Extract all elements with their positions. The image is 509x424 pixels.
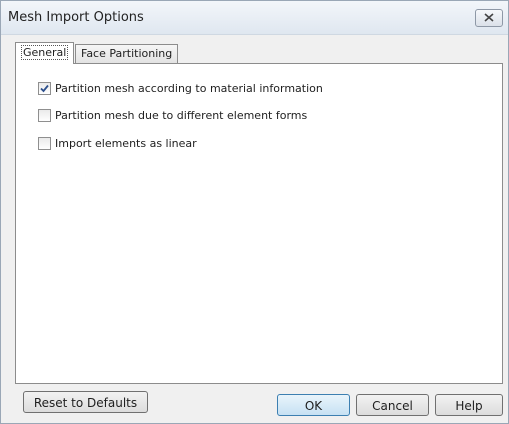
checkbox-import-linear[interactable] bbox=[38, 137, 51, 150]
general-tab-panel: Partition mesh according to material inf… bbox=[15, 63, 503, 384]
checkmark-icon bbox=[40, 84, 49, 93]
option-label: Partition mesh due to different element … bbox=[55, 109, 308, 122]
title-bar[interactable]: Mesh Import Options bbox=[1, 1, 508, 35]
reset-defaults-button[interactable]: Reset to Defaults bbox=[23, 391, 148, 413]
close-icon bbox=[484, 13, 494, 22]
option-label: Partition mesh according to material inf… bbox=[55, 82, 323, 95]
dialog-title: Mesh Import Options bbox=[8, 10, 144, 25]
cancel-button[interactable]: Cancel bbox=[356, 394, 429, 416]
tab-face-partitioning[interactable]: Face Partitioning bbox=[75, 44, 179, 63]
option-label: Import elements as linear bbox=[55, 137, 197, 150]
checkbox-partition-element-forms[interactable] bbox=[38, 109, 51, 122]
tab-face-partitioning-label: Face Partitioning bbox=[81, 47, 173, 60]
ok-button[interactable]: OK bbox=[277, 394, 350, 416]
close-button[interactable] bbox=[475, 9, 503, 27]
tab-general[interactable]: General bbox=[15, 42, 75, 64]
help-button[interactable]: Help bbox=[435, 394, 503, 416]
tab-general-label: General bbox=[21, 45, 69, 60]
mesh-import-options-dialog: Mesh Import Options General Face Partiti… bbox=[0, 0, 509, 424]
checkbox-partition-material[interactable] bbox=[38, 82, 51, 95]
